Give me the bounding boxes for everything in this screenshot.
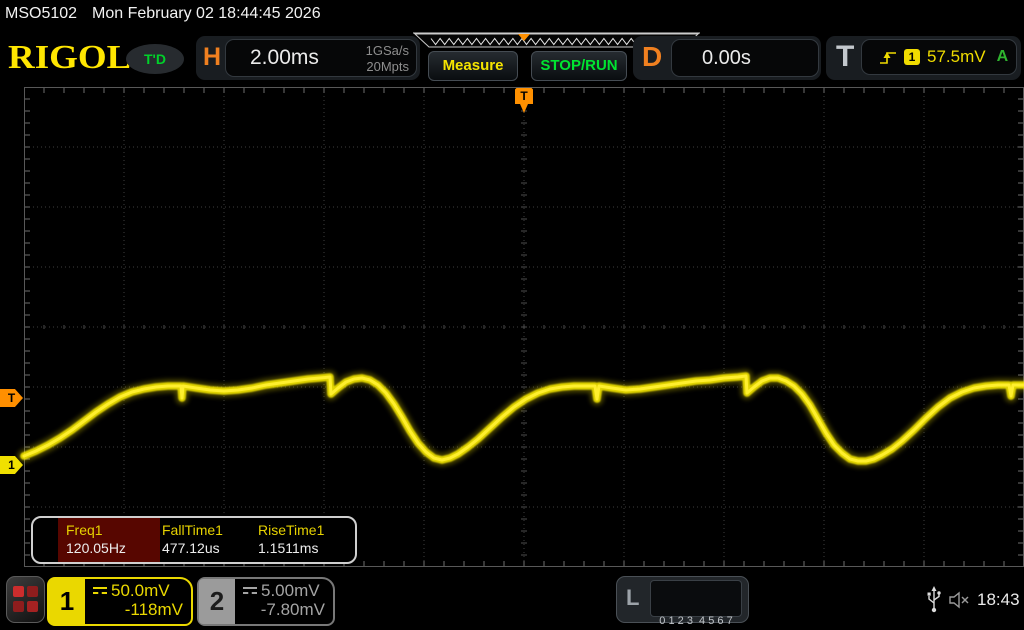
- measurement-value: 1.1511ms: [258, 540, 318, 556]
- channel1-offset: -118mV: [125, 600, 183, 620]
- horizontal-panel[interactable]: H 2.00ms 1GSa/s 20Mpts: [196, 36, 420, 80]
- acquisition-info: 1GSa/s 20Mpts: [366, 43, 409, 75]
- measurement-item-risetime[interactable]: RiseTime1 1.1511ms: [258, 518, 354, 562]
- delay-icon: D: [642, 41, 662, 73]
- coupling-dc-icon: [243, 587, 257, 597]
- trigger-source-chip: 1: [904, 49, 920, 65]
- trigger-position-label: T: [515, 89, 533, 103]
- usb-icon: [926, 586, 942, 614]
- trigger-level-marker[interactable]: T: [0, 389, 23, 407]
- speaker-muted-icon: [948, 591, 974, 609]
- measure-button[interactable]: Measure: [428, 51, 518, 81]
- grid-icon: [13, 586, 24, 597]
- channel1-scale: 50.0mV: [111, 581, 170, 601]
- logic-channels: 0 1 2 3 4 5 6 7 8 9 1011 12131415: [650, 580, 742, 617]
- channel2-badge[interactable]: 2 5.00mV -7.80mV: [197, 577, 335, 626]
- measurement-value: 477.12us: [162, 540, 220, 556]
- trigger-status-badge: T'D: [126, 44, 184, 74]
- ch1-ground-marker[interactable]: 1: [0, 456, 23, 474]
- channel2-offset: -7.80mV: [261, 600, 325, 620]
- channel1-badge[interactable]: 1 50.0mV -118mV: [47, 577, 193, 626]
- datetime: Mon February 02 18:44:45 2026: [92, 5, 321, 23]
- memory-depth: 20Mpts: [366, 59, 409, 75]
- trigger-panel[interactable]: T 1 57.5mV A: [826, 36, 1021, 80]
- measurement-label: FallTime1: [162, 522, 223, 538]
- timebase-display: 2.00ms 1GSa/s 20Mpts: [225, 39, 417, 77]
- measurement-item-freq[interactable]: Freq1 120.05Hz: [66, 518, 162, 562]
- measurement-panel: Freq1 120.05Hz FallTime1 477.12us RiseTi…: [31, 516, 357, 564]
- measurement-value: 120.05Hz: [66, 540, 126, 556]
- logic-row1: 0 1 2 3 4 5 6 7: [651, 614, 741, 628]
- delay-value: 0.00s: [702, 47, 751, 70]
- grid-icon: [27, 601, 38, 612]
- measurement-item-falltime[interactable]: FallTime1 477.12us: [162, 518, 258, 562]
- measurement-label: RiseTime1: [258, 522, 324, 538]
- delay-display: 0.00s: [671, 39, 819, 77]
- rigol-logo: RIGOL: [8, 38, 131, 78]
- delay-panel[interactable]: D 0.00s: [633, 36, 821, 80]
- trigger-display: 1 57.5mV A: [861, 39, 1017, 75]
- trigger-icon: T: [836, 40, 854, 74]
- trigger-mode: A: [997, 48, 1009, 66]
- measurement-label: Freq1: [66, 522, 103, 538]
- channel1-number: 1: [49, 579, 85, 624]
- trigger-position-marker[interactable]: T: [515, 88, 533, 113]
- horizontal-icon: H: [203, 43, 221, 72]
- clock: 18:43: [977, 590, 1020, 610]
- logic-label: L: [626, 585, 639, 611]
- grid-icon: [13, 601, 24, 612]
- oscilloscope-screen: MSO5102 Mon February 02 18:44:45 2026 RI…: [0, 0, 1024, 630]
- graticule: [24, 87, 1024, 567]
- menu-grid-button[interactable]: [6, 576, 45, 623]
- model-name: MSO5102: [5, 5, 77, 23]
- channel2-number: 2: [199, 579, 235, 624]
- logic-analyzer-badge[interactable]: L 0 1 2 3 4 5 6 7 8 9 1011 12131415: [616, 576, 749, 623]
- trigger-level-value: 57.5mV: [927, 47, 986, 67]
- channel2-scale: 5.00mV: [261, 581, 320, 601]
- coupling-dc-icon: [93, 587, 107, 597]
- timebase-value: 2.00ms: [250, 46, 319, 70]
- sample-rate: 1GSa/s: [366, 43, 409, 59]
- trigger-edge-icon: [879, 50, 897, 65]
- stop-run-button[interactable]: STOP/RUN: [531, 51, 627, 81]
- top-status-bar: MSO5102 Mon February 02 18:44:45 2026: [0, 0, 1024, 30]
- grid-icon: [27, 586, 38, 597]
